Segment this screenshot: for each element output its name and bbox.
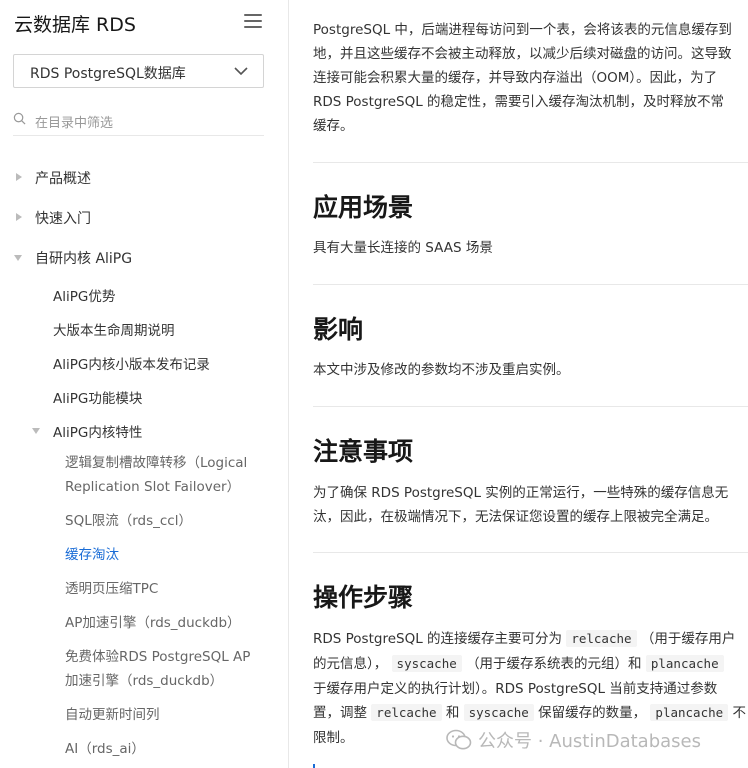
- main-content: PostgreSQL 中，后端进程每访问到一个表，会将该表的元信息缓存到 地，并…: [290, 0, 748, 768]
- caret-down-icon: [32, 428, 40, 434]
- code-relcache: relcache: [371, 704, 442, 721]
- nav-item-function-modules[interactable]: AliPG功能模块: [53, 387, 142, 407]
- nav-item-cache-eviction[interactable]: 缓存淘汰: [65, 543, 119, 567]
- product-select-value: RDS PostgreSQL数据库: [30, 66, 186, 82]
- nav-item-ap-engine[interactable]: AP加速引擎（rds_duckdb）: [65, 611, 241, 635]
- impact-text: 本文中涉及修改的参数均不涉及重启实例。: [313, 362, 570, 378]
- filter-placeholder: 在目录中筛选: [35, 116, 114, 131]
- code-plancache: plancache: [645, 655, 724, 672]
- heading-steps: 操作步骤: [313, 583, 414, 612]
- steps-line-1: RDS PostgreSQL 的连接缓存主要可分为 relcache （用于缓存…: [313, 630, 736, 647]
- scenario-text: 具有大量长连接的 SAAS 场景: [313, 240, 493, 256]
- nav-item-transparent-page-compression[interactable]: 透明页压缩TPC: [65, 577, 158, 601]
- intro-paragraph: PostgreSQL 中，后端进程每访问到一个表，会将该表的元信息缓存到 地，并…: [313, 22, 732, 134]
- nav-item-logical-replication-failover[interactable]: 逻辑复制槽故障转移（Logical Replication Slot Failo…: [65, 451, 247, 499]
- notes-line-2: 汰，因此，在极端情况下，无法保证您设置的缓存上限被完全满足。: [313, 509, 718, 525]
- nav-item-auto-update-time-column[interactable]: 自动更新时间列: [65, 703, 160, 727]
- watermark: 公众号 · AustinDatabases: [446, 727, 701, 753]
- notes-line-1: 为了确保 RDS PostgreSQL 实例的正常运行，一些特殊的缓存信息无: [313, 485, 729, 501]
- sidebar: 云数据库 RDS RDS PostgreSQL数据库 在目录中筛选 产品概述 快…: [0, 0, 289, 768]
- heading-notes: 注意事项: [313, 437, 414, 466]
- section-divider: [313, 552, 748, 553]
- nav-item-alipg-advantages[interactable]: AliPG优势: [53, 285, 115, 305]
- steps-line-3: 于缓存用户定义的执行计划）。RDS PostgreSQL 当前支持通过参数: [313, 681, 718, 697]
- caret-right-icon: [16, 213, 22, 221]
- nav-item-free-trial-ap-engine[interactable]: 免费体验RDS PostgreSQL AP 加速引擎（rds_duckdb）: [65, 645, 250, 693]
- heading-scenario: 应用场景: [313, 193, 414, 222]
- code-block-edge: [313, 764, 315, 768]
- chevron-down-icon: [234, 67, 248, 76]
- nav-item-release-notes[interactable]: AliPG内核小版本发布记录: [53, 353, 210, 373]
- hamburger-menu-icon[interactable]: [244, 14, 262, 29]
- sidebar-title: 云数据库 RDS: [14, 14, 136, 36]
- wechat-icon: [446, 729, 472, 750]
- section-divider: [313, 406, 748, 407]
- toc-filter-input[interactable]: 在目录中筛选: [13, 104, 264, 136]
- search-icon: [13, 112, 26, 125]
- steps-line-4: 置，调整 relcache 和 syscache 保留缓存的数量， planca…: [313, 704, 746, 721]
- caret-right-icon: [16, 173, 22, 181]
- heading-impact: 影响: [313, 315, 364, 344]
- code-plancache: plancache: [650, 704, 729, 721]
- product-select[interactable]: RDS PostgreSQL数据库: [13, 54, 264, 88]
- nav-item-ai[interactable]: AI（rds_ai）: [65, 737, 145, 761]
- section-divider: [313, 284, 748, 285]
- code-syscache: syscache: [391, 655, 462, 672]
- nav-item-sql-throttling[interactable]: SQL限流（rds_ccl）: [65, 509, 192, 533]
- steps-line-2: 的元信息）， syscache （用于缓存系统表的元组）和 plancache: [313, 652, 724, 676]
- nav-item-lifecycle[interactable]: 大版本生命周期说明: [53, 319, 175, 339]
- caret-down-icon: [14, 255, 22, 261]
- steps-line-5: 限制。: [313, 730, 354, 746]
- code-syscache: syscache: [463, 704, 534, 721]
- section-divider: [313, 162, 748, 163]
- code-relcache: relcache: [566, 630, 637, 647]
